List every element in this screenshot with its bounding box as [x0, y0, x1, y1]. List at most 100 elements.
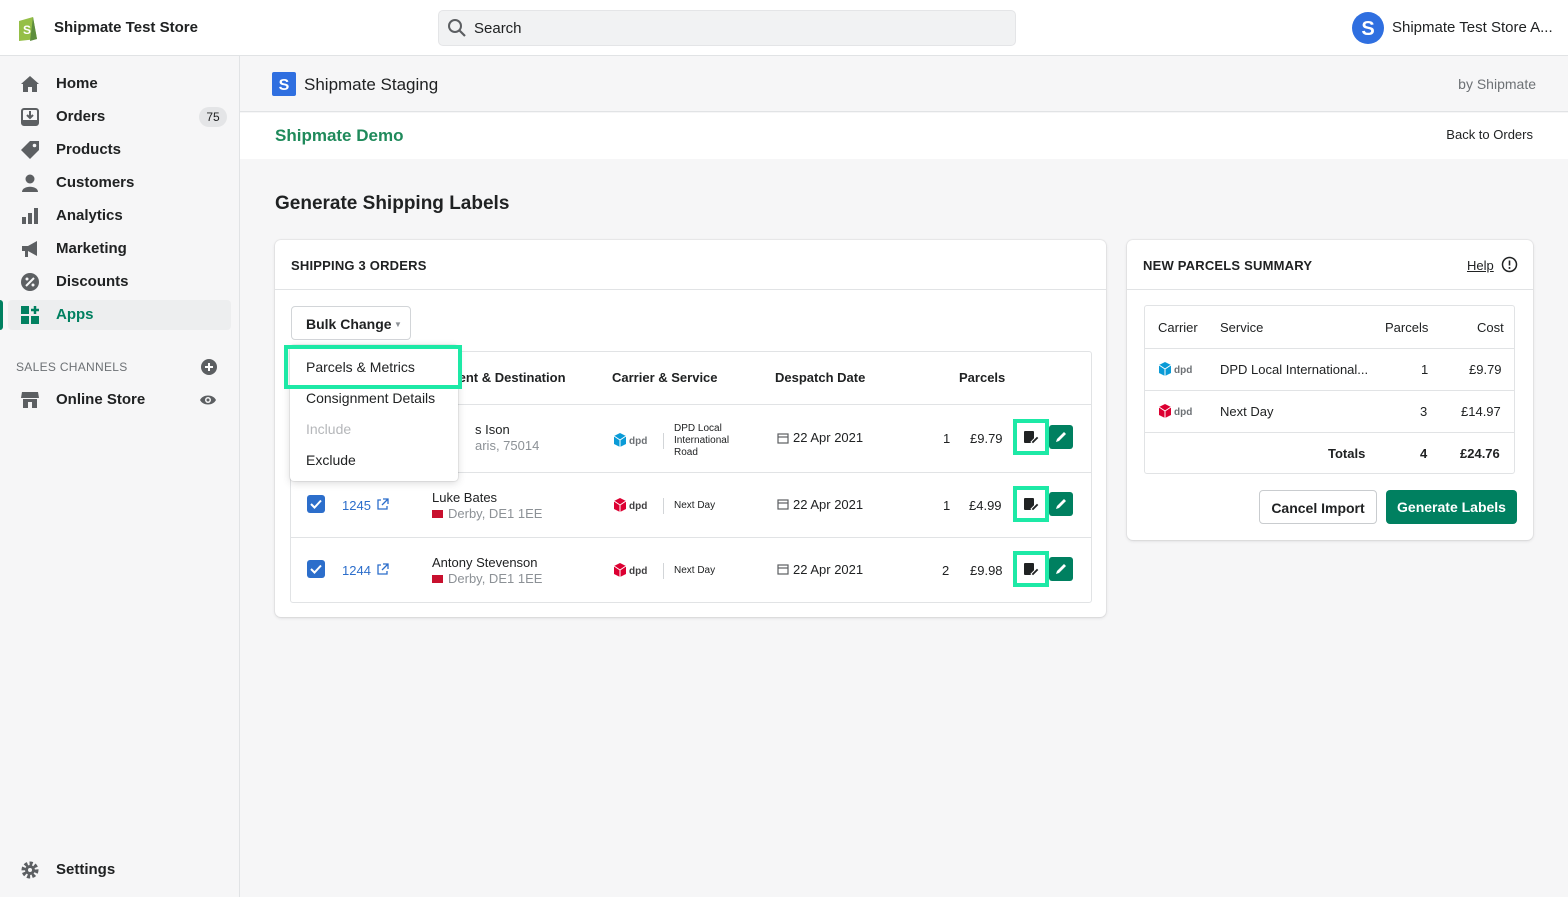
dpd-logo-icon: dpd — [1158, 404, 1192, 418]
shipping-orders-card: SHIPPING 3 ORDERS Bulk Change ▼ ient & D… — [275, 240, 1106, 617]
shopify-logo-icon[interactable]: S — [16, 14, 40, 42]
edit-button[interactable] — [1049, 492, 1073, 516]
help-link[interactable]: Help — [1467, 258, 1494, 273]
dpd-logo-icon: dpd — [613, 498, 647, 512]
app-subheader: Shipmate Demo Back to Orders — [240, 113, 1568, 159]
order-number-link[interactable]: 1245 — [342, 498, 371, 513]
svg-text:S: S — [1361, 18, 1374, 40]
column-header-service: Service — [1220, 320, 1264, 335]
service-name: DPD Local International Road — [674, 423, 730, 458]
sidebar-item-label: Marketing — [56, 240, 127, 257]
sidebar-item-settings[interactable]: Settings — [8, 855, 231, 885]
service-name: Next Day — [674, 500, 716, 511]
cancel-import-button[interactable]: Cancel Import — [1259, 490, 1377, 524]
sidebar-item-marketing[interactable]: Marketing — [8, 234, 231, 264]
recipient-location-text: Derby, DE1 1EE — [448, 571, 543, 586]
info-icon[interactable] — [1501, 256, 1518, 273]
calendar-icon — [777, 433, 789, 444]
parcels-button-highlighted[interactable] — [1013, 551, 1049, 587]
divider — [1127, 289, 1533, 290]
parcel-count: 1 — [943, 431, 951, 446]
user-menu[interactable]: Shipmate Test Store A... — [1392, 19, 1553, 36]
row-divider — [1145, 432, 1514, 433]
menu-item-consignment-details[interactable]: Consignment Details — [306, 390, 435, 406]
sidebar-item-apps[interactable]: Apps — [0, 300, 231, 330]
page-title: Generate Shipping Labels — [275, 193, 510, 214]
sidebar-item-label: Orders — [56, 108, 106, 125]
order-number-link[interactable]: 1244 — [342, 563, 371, 578]
column-header-despatch: Despatch Date — [775, 370, 866, 385]
sidebar-item-online-store[interactable]: Online Store — [8, 385, 231, 415]
row-divider — [291, 537, 1091, 538]
parcels-button-highlighted[interactable] — [1013, 419, 1049, 455]
summary-service: DPD Local International... — [1220, 362, 1369, 377]
parcel-edit-icon — [1024, 431, 1040, 445]
sidebar-item-home[interactable]: Home — [8, 69, 231, 99]
shipmate-logo-icon: S — [272, 72, 296, 96]
generate-labels-button[interactable]: Generate Labels — [1386, 490, 1517, 524]
column-header-parcels: Parcels — [959, 370, 1006, 385]
row-checkbox[interactable] — [307, 495, 325, 513]
edit-button[interactable] — [1049, 425, 1073, 449]
shipmate-avatar-icon[interactable]: S — [1352, 12, 1384, 44]
column-header-recipient: ient & Destination — [455, 370, 566, 385]
search-bar[interactable]: Search — [438, 10, 1016, 46]
sidebar-item-label: Apps — [56, 306, 94, 323]
external-link-icon[interactable] — [376, 563, 389, 576]
uk-flag-icon — [432, 510, 443, 518]
summary-service: Next Day — [1220, 404, 1274, 419]
megaphone-icon — [22, 241, 37, 257]
svg-text:dpd: dpd — [1174, 365, 1192, 376]
sidebar-item-label: Discounts — [56, 273, 129, 290]
recipient-name: Luke Bates — [432, 490, 498, 505]
main-content: S Shipmate Staging by Shipmate Shipmate … — [240, 56, 1568, 897]
sidebar-item-products[interactable]: Products — [8, 135, 231, 165]
totals-cost: £24.76 — [1460, 446, 1500, 461]
sidebar-item-analytics[interactable]: Analytics — [8, 201, 231, 231]
apps-icon — [21, 306, 39, 324]
row-divider — [1145, 348, 1514, 349]
external-link-icon[interactable] — [376, 498, 389, 511]
card-title: NEW PARCELS SUMMARY — [1143, 258, 1313, 273]
sidebar-item-orders[interactable]: Orders 75 — [8, 102, 231, 132]
recipient-name: s Ison — [475, 422, 510, 437]
row-checkbox[interactable] — [307, 560, 325, 578]
despatch-date: 22 Apr 2021 — [793, 430, 864, 445]
summary-parcels: 1 — [1421, 362, 1429, 377]
dpd-local-logo-icon: dpd — [613, 433, 647, 447]
card-title: SHIPPING 3 ORDERS — [291, 258, 427, 273]
column-header-carrier: Carrier — [1158, 320, 1198, 335]
despatch-date: 22 Apr 2021 — [793, 562, 864, 577]
checkmark-icon — [310, 499, 322, 509]
sidebar-item-label: Settings — [56, 861, 116, 878]
highlight-box — [284, 345, 462, 389]
orders-count-badge: 75 — [199, 107, 227, 127]
discount-icon — [21, 273, 39, 291]
summary-cost: £9.79 — [1469, 362, 1502, 377]
separator — [663, 498, 664, 514]
calendar-icon — [777, 499, 789, 510]
eye-icon[interactable] — [199, 391, 217, 409]
app-author: by Shipmate — [1458, 76, 1536, 92]
add-channel-icon[interactable] — [200, 358, 218, 376]
pencil-icon — [1056, 499, 1066, 509]
parcels-button-highlighted[interactable] — [1013, 486, 1049, 522]
parcel-count: 2 — [942, 563, 950, 578]
sidebar: Home Orders 75 Products Customers Analyt… — [0, 56, 240, 897]
bulk-change-button[interactable]: Bulk Change ▼ — [291, 306, 411, 340]
edit-button[interactable] — [1049, 557, 1073, 581]
search-input[interactable]: Search — [474, 20, 522, 37]
summary-parcels: 3 — [1420, 404, 1428, 419]
menu-item-exclude[interactable]: Exclude — [306, 452, 356, 468]
store-name[interactable]: Shipmate Test Store — [54, 19, 198, 36]
checkmark-icon — [310, 564, 322, 574]
recipient-name: Antony Stevenson — [432, 555, 538, 570]
back-to-orders-link[interactable]: Back to Orders — [1446, 127, 1533, 142]
svg-text:dpd: dpd — [629, 566, 647, 577]
sidebar-item-discounts[interactable]: Discounts — [8, 267, 231, 297]
parcel-edit-icon — [1024, 563, 1040, 577]
sidebar-item-label: Products — [56, 141, 122, 158]
summary-cost: £14.97 — [1461, 404, 1501, 419]
app-header: S Shipmate Staging by Shipmate — [240, 56, 1568, 112]
sidebar-item-customers[interactable]: Customers — [8, 168, 231, 198]
